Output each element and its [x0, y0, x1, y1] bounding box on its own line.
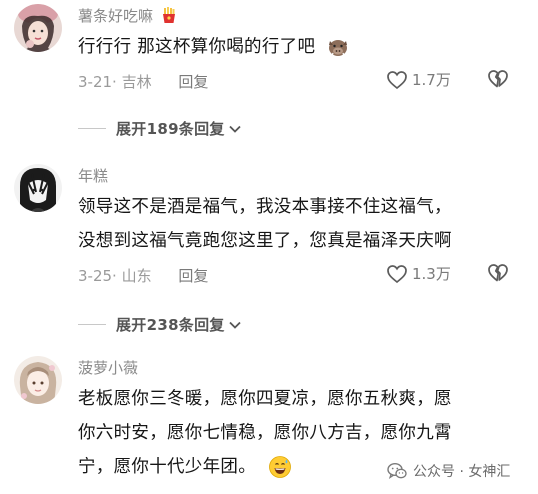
divider-line	[78, 128, 106, 129]
comment-location: 吉林	[121, 73, 152, 91]
comment-meta: 3-25· 山东 回复	[78, 265, 208, 286]
reply-button[interactable]: 回复	[178, 73, 208, 91]
meta-separator: ·	[112, 73, 122, 91]
comment-line: 行行行 那这杯算你喝的行了吧	[78, 37, 316, 57]
watermark: 公众号 · 女神汇	[387, 461, 510, 481]
fries-icon	[162, 7, 175, 23]
comment-body: 领导这不是酒是福气，我没本事接不住这福气， 没想到这福气竟跑您这里了，您真是福泽…	[78, 190, 452, 258]
watermark-text: 公众号 · 女神汇	[413, 464, 511, 480]
meta-separator: ·	[112, 267, 122, 285]
divider-line	[78, 324, 106, 325]
comment-1: 薯条好吃嘛 行行行 那这杯算你喝的行了吧 3-21· 吉林 回复 1.7万 展开…	[0, 0, 538, 160]
dislike-button[interactable]	[487, 69, 509, 93]
like-count: 1.7万	[412, 71, 451, 89]
wechat-icon	[387, 462, 407, 479]
comment-location: 山东	[121, 267, 152, 285]
comment-body: 行行行 那这杯算你喝的行了吧	[78, 30, 349, 64]
username[interactable]: 薯条好吃嘛	[78, 5, 178, 26]
broken-heart-icon	[488, 264, 508, 282]
username[interactable]: 菠萝小薇	[78, 357, 138, 378]
dislike-button[interactable]	[487, 263, 509, 287]
avatar[interactable]	[14, 4, 62, 52]
comment-2: 年糕 领导这不是酒是福气，我没本事接不住这福气， 没想到这福气竟跑您这里了，您真…	[0, 160, 538, 350]
expand-replies-label: 展开238条回复	[116, 316, 225, 334]
chevron-down-icon	[229, 321, 241, 329]
expand-replies-label: 展开189条回复	[116, 120, 225, 138]
username-text: 菠萝小薇	[78, 359, 139, 377]
chevron-down-icon	[229, 125, 241, 133]
comment-date: 3-25	[78, 267, 113, 285]
reply-button[interactable]: 回复	[178, 267, 208, 285]
comment-line: 老板愿你三冬暖，愿你四夏凉，愿你五秋爽，愿	[78, 389, 452, 409]
comment-line: 没想到这福气竟跑您这里了，您真是福泽天庆啊	[78, 231, 452, 251]
heart-icon	[387, 70, 407, 89]
username-text: 薯条好吃嘛	[78, 7, 154, 25]
comment-date: 3-21	[78, 73, 113, 91]
comment-meta: 3-21· 吉林 回复	[78, 71, 208, 92]
grinning-sweat-icon	[268, 456, 291, 478]
like-button[interactable]: 1.7万	[386, 69, 451, 90]
boar-icon	[329, 40, 348, 57]
like-count: 1.3万	[412, 265, 451, 283]
avatar[interactable]	[14, 356, 62, 404]
username[interactable]: 年糕	[78, 165, 108, 186]
comment-line: 领导这不是酒是福气，我没本事接不住这福气，	[78, 197, 452, 217]
like-button[interactable]: 1.3万	[386, 263, 451, 284]
expand-replies-button[interactable]: 展开189条回复	[78, 118, 242, 139]
avatar[interactable]	[14, 164, 62, 212]
expand-replies-button[interactable]: 展开238条回复	[78, 314, 242, 335]
heart-icon	[387, 264, 407, 283]
comment-line: 你六时安，愿你七情稳，愿你八方吉，愿你九霄	[78, 423, 452, 443]
comment-line: 宁，愿你十代少年团。	[78, 457, 256, 477]
username-text: 年糕	[78, 167, 109, 185]
broken-heart-icon	[488, 70, 508, 88]
